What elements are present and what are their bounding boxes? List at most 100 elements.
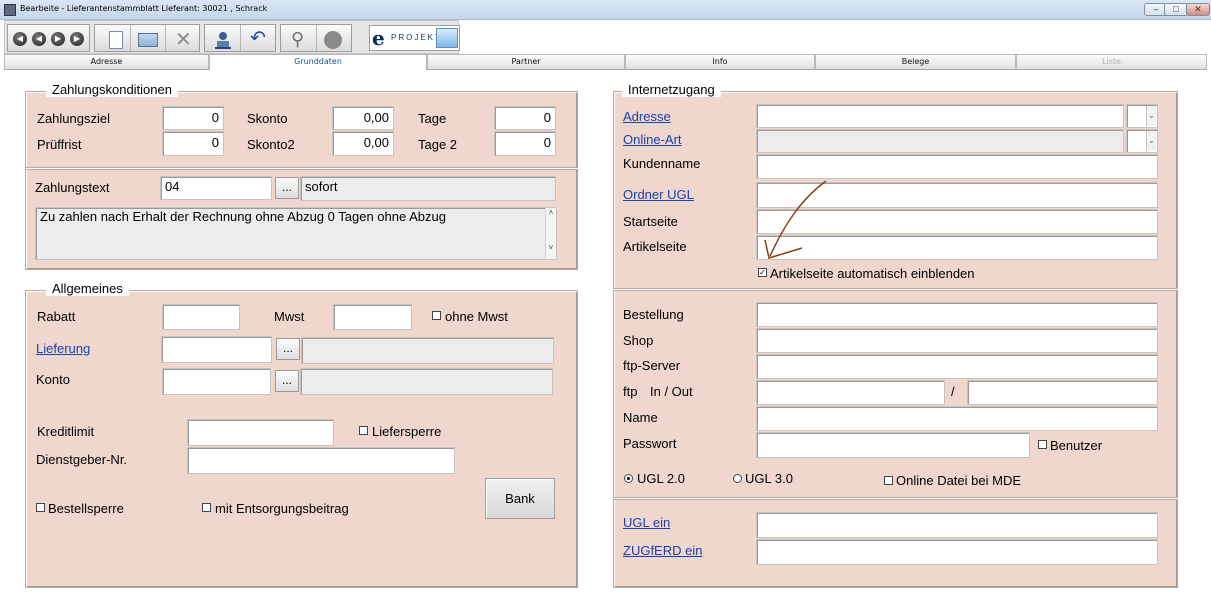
- scroll-up-icon[interactable]: ˄: [546, 208, 556, 217]
- pruefrist-input[interactable]: 0: [162, 131, 224, 156]
- skonto-input[interactable]: 0,00: [332, 106, 394, 130]
- ugl-ein-link[interactable]: UGL ein: [623, 515, 670, 530]
- zugferd-link[interactable]: ZUGfERD ein: [623, 543, 702, 558]
- search-key-icon: ⚲: [291, 29, 305, 49]
- zahlungstext-lookup-button[interactable]: ...: [275, 177, 299, 199]
- tab-grunddaten[interactable]: Grunddaten: [209, 54, 427, 71]
- tage2-label: Tage 2: [418, 137, 458, 152]
- close-button[interactable]: ✕: [1186, 3, 1210, 16]
- bestellung-input[interactable]: [756, 302, 1158, 327]
- online-art-dropdown[interactable]: ⌄: [1126, 129, 1158, 153]
- navigation-group: ◀ ◀ ▶ ▶: [7, 24, 90, 52]
- undo-icon: ↶: [250, 28, 266, 49]
- kreditlimit-label: Kreditlimit: [37, 424, 95, 439]
- in-out-label: In / Out: [650, 384, 693, 399]
- tab-belege[interactable]: Belege: [815, 54, 1016, 70]
- bank-button[interactable]: Bank: [485, 478, 555, 519]
- online-datei-checkbox[interactable]: [884, 476, 893, 485]
- ftp-in-input[interactable]: [756, 380, 945, 405]
- ugl-ein-input[interactable]: [756, 512, 1158, 538]
- eprojekt-button[interactable]: e PROJEKT:: [369, 25, 460, 51]
- tab-liste[interactable]: Liste: [1016, 54, 1207, 70]
- delete-button[interactable]: ✕: [167, 27, 199, 51]
- artikelseite-auto-checkbox[interactable]: ✓: [758, 268, 767, 277]
- lieferung-lookup-button[interactable]: ...: [276, 338, 300, 360]
- tab-partner[interactable]: Partner: [427, 54, 625, 70]
- user-button[interactable]: [207, 27, 239, 49]
- online-art-input[interactable]: [756, 129, 1124, 153]
- tab-adresse[interactable]: Adresse: [4, 54, 209, 70]
- skonto2-label: Skonto2: [247, 137, 295, 152]
- name-input[interactable]: [756, 406, 1158, 431]
- chevron-down-icon: ⌄: [1146, 106, 1156, 126]
- tab-info[interactable]: Info: [625, 54, 815, 70]
- ugl20-radio[interactable]: [624, 474, 633, 483]
- ftp-server-input[interactable]: [756, 354, 1158, 379]
- disabled-group: ⚲: [280, 24, 352, 52]
- allgemeines-title: Allgemeines: [46, 281, 129, 296]
- lieferung-description: [301, 337, 554, 364]
- liefersperre-checkbox[interactable]: [359, 426, 368, 435]
- app-icon: [4, 4, 16, 16]
- online-art-link[interactable]: Online-Art: [623, 132, 682, 147]
- first-record-icon[interactable]: ◀: [13, 32, 27, 46]
- zahlungstext-scrollbar[interactable]: ˄ ˅: [545, 208, 556, 259]
- search-button[interactable]: ⚲: [283, 27, 315, 49]
- ordner-ugl-link[interactable]: Ordner UGL: [623, 187, 694, 202]
- shop-input[interactable]: [756, 328, 1158, 353]
- restore-button[interactable]: □: [1164, 3, 1188, 16]
- ohne-mwst-checkbox[interactable]: [432, 311, 441, 320]
- zahlungstext-full-textarea[interactable]: Zu zahlen nach Erhalt der Rechnung ohne …: [35, 207, 557, 260]
- lieferung-link[interactable]: Lieferung: [36, 341, 90, 356]
- zahlungsziel-input[interactable]: 0: [162, 106, 224, 130]
- online-datei-label: Online Datei bei MDE: [896, 473, 1021, 488]
- kundenname-input[interactable]: [756, 154, 1158, 179]
- ftp-out-input[interactable]: [967, 380, 1158, 405]
- adresse-link[interactable]: Adresse: [623, 109, 671, 124]
- name-label: Name: [623, 410, 658, 425]
- tage-label: Tage: [418, 111, 447, 126]
- apple-icon: [324, 31, 342, 49]
- zahlungstext-label: Zahlungstext: [35, 180, 110, 195]
- entsorgung-checkbox[interactable]: [202, 503, 211, 512]
- toolbar-separator: [130, 25, 131, 51]
- zahlungstext-description: sofort: [300, 176, 556, 201]
- tage2-input[interactable]: 0: [494, 131, 556, 156]
- konto-lookup-button[interactable]: ...: [275, 370, 299, 392]
- entsorgung-label: mit Entsorgungsbeitrag: [215, 501, 349, 516]
- benutzer-checkbox[interactable]: [1038, 440, 1047, 449]
- rabatt-input[interactable]: [162, 304, 240, 330]
- benutzer-label: Benutzer: [1050, 438, 1103, 453]
- dienstgeber-input[interactable]: [187, 447, 455, 474]
- kundenname-label: Kundenname: [623, 156, 701, 171]
- next-record-icon[interactable]: ▶: [51, 32, 65, 46]
- undo-button[interactable]: ↶: [242, 27, 274, 49]
- liefersperre-label: Liefersperre: [372, 424, 442, 439]
- apple-button[interactable]: [318, 27, 350, 49]
- kreditlimit-input[interactable]: [187, 419, 334, 446]
- card-button[interactable]: [132, 27, 164, 49]
- adresse-input[interactable]: [756, 104, 1124, 128]
- skonto2-input[interactable]: 0,00: [332, 131, 394, 156]
- adresse-dropdown[interactable]: ⌄: [1126, 104, 1158, 128]
- ugl20-label: UGL 2.0: [637, 471, 685, 486]
- last-record-icon[interactable]: ▶: [70, 32, 84, 46]
- startseite-label: Startseite: [623, 214, 678, 229]
- zahlungstext-code-input[interactable]: 04: [160, 176, 272, 200]
- toolbar-band: ◀ ◀ ▶ ▶ ✕ ↶ ⚲ e PROJEKT:: [4, 20, 460, 54]
- ohne-mwst-label: ohne Mwst: [445, 309, 508, 324]
- bestellsperre-checkbox[interactable]: [36, 503, 45, 512]
- ugl30-radio[interactable]: [733, 474, 742, 483]
- previous-record-icon[interactable]: ◀: [32, 32, 46, 46]
- ftp-label: ftp: [623, 384, 638, 399]
- new-document-button[interactable]: [99, 27, 131, 49]
- skonto-label: Skonto: [247, 111, 288, 126]
- konto-input[interactable]: [162, 368, 271, 395]
- passwort-input[interactable]: [756, 432, 1030, 458]
- zugferd-input[interactable]: [756, 539, 1158, 565]
- tage-input[interactable]: 0: [494, 106, 556, 130]
- mwst-input[interactable]: [333, 304, 412, 330]
- ftp-server-label: ftp-Server: [623, 358, 681, 373]
- lieferung-input[interactable]: [161, 336, 272, 363]
- scroll-down-icon[interactable]: ˅: [546, 243, 556, 252]
